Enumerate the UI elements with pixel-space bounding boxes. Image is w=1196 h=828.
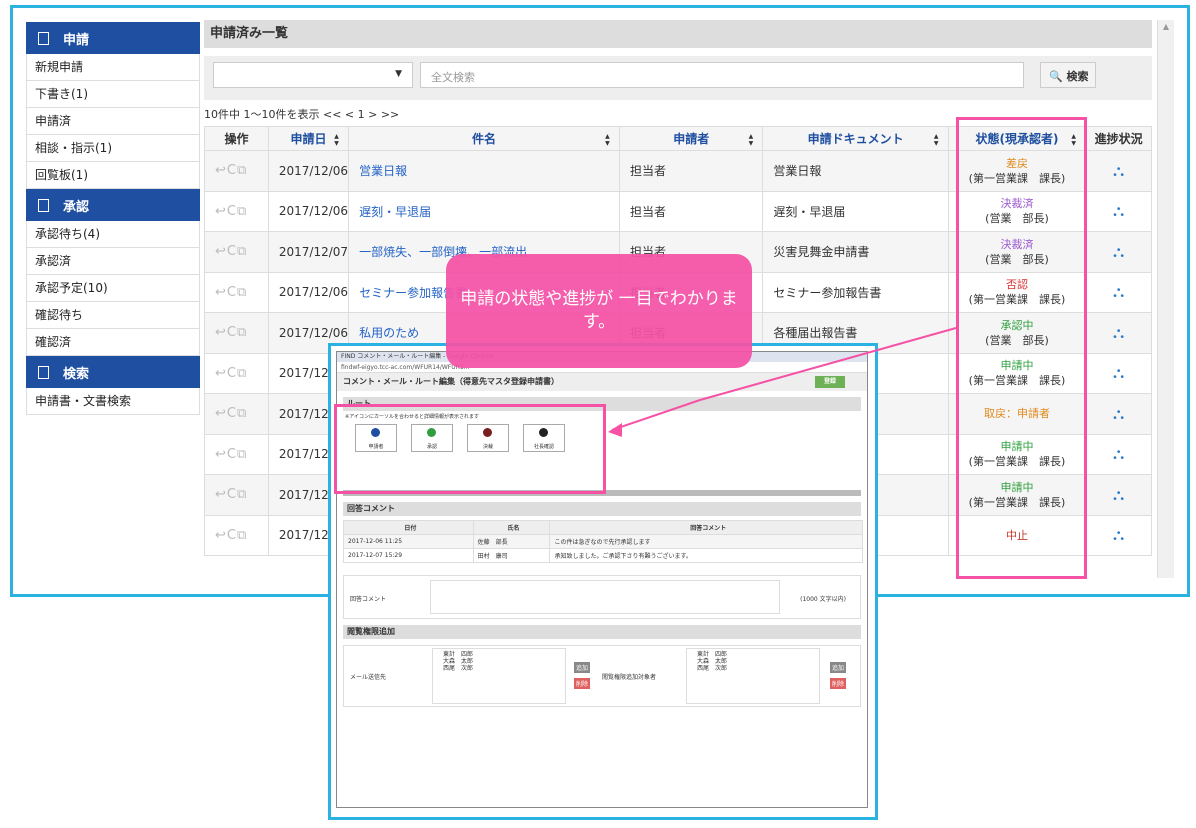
arrow-head (608, 423, 622, 437)
callout-bubble: 申請の状態や進捗が 一目でわかります。 (446, 254, 752, 368)
callout-arrows (608, 327, 957, 437)
arrow-line (611, 399, 701, 431)
